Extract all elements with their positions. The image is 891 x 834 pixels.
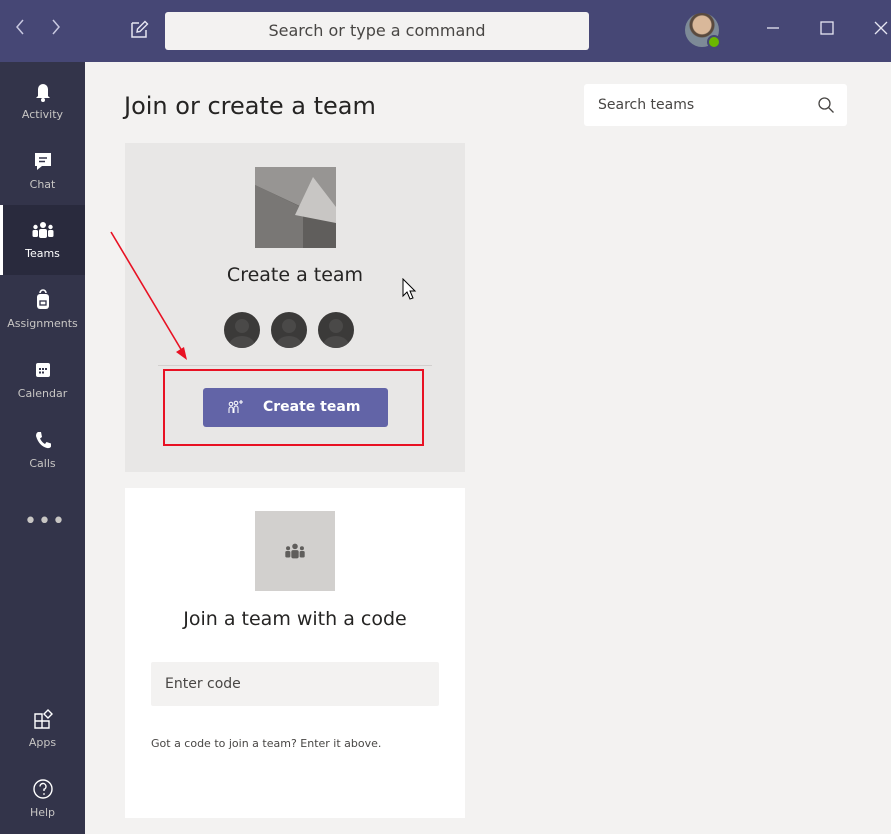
profile-avatar[interactable] <box>685 13 721 49</box>
app-bar: Activity Chat Teams Assignments Calendar <box>0 62 85 834</box>
rail-label-assignments: Assignments <box>7 317 78 330</box>
rail-label-activity: Activity <box>21 108 64 121</box>
page-title: Join or create a team <box>124 92 376 120</box>
rail-item-chat[interactable]: Chat <box>0 136 85 206</box>
person-icon <box>229 319 255 348</box>
divider <box>158 365 432 366</box>
team-code-input[interactable] <box>151 662 439 706</box>
image-placeholder-icon <box>255 167 336 248</box>
teams-icon <box>32 222 54 238</box>
rail-item-assignments[interactable]: Assignments <box>0 275 85 345</box>
join-team-card: Join a team with a code Got a code to jo… <box>125 488 465 818</box>
backpack-icon <box>37 289 49 309</box>
person-icon <box>276 319 302 348</box>
command-search-box[interactable]: Search or type a command <box>165 12 589 50</box>
join-hint-text: Got a code to join a team? Enter it abov… <box>151 737 382 750</box>
team-search-input[interactable] <box>584 84 814 126</box>
person-icon <box>323 319 349 348</box>
minimize-icon <box>767 27 779 29</box>
rail-item-calls[interactable]: Calls <box>0 415 85 485</box>
chevron-left-icon <box>16 19 24 35</box>
status-available-badge <box>707 35 721 49</box>
rail-label-calls: Calls <box>29 457 56 470</box>
rail-item-activity[interactable]: Activity <box>0 66 85 136</box>
avatar <box>316 310 356 350</box>
title-bar: Search or type a command <box>0 0 891 62</box>
join-team-heading: Join a team with a code <box>183 608 407 630</box>
highlight-box <box>163 369 424 446</box>
rail-item-calendar[interactable]: Calendar <box>0 345 85 415</box>
phone-icon <box>36 432 51 449</box>
annotation-arrow <box>110 231 187 360</box>
calendar-icon <box>36 363 50 377</box>
team-search-box[interactable] <box>584 84 847 126</box>
rail-item-help[interactable]: Help <box>0 764 85 834</box>
avatar <box>269 310 309 350</box>
avatar <box>222 310 262 350</box>
rail-label-help: Help <box>29 806 56 819</box>
apps-icon <box>34 709 53 729</box>
maximize-icon <box>820 21 834 35</box>
maximize-button[interactable] <box>820 17 834 43</box>
more-apps-button[interactable]: ••• <box>24 511 65 533</box>
new-chat-button[interactable] <box>128 19 152 43</box>
rail-item-teams[interactable]: Teams <box>0 205 85 275</box>
rail-label-calendar: Calendar <box>17 387 68 400</box>
member-avatars <box>222 310 362 350</box>
rail-item-apps[interactable]: Apps <box>0 694 85 764</box>
close-button[interactable] <box>874 17 888 43</box>
mouse-cursor-icon <box>402 278 417 300</box>
back-button[interactable] <box>14 18 26 43</box>
minimize-button[interactable] <box>766 17 780 43</box>
close-icon <box>874 21 888 35</box>
help-icon <box>33 779 53 799</box>
teams-icon <box>285 543 305 559</box>
rail-label-apps: Apps <box>28 736 57 749</box>
rail-label-chat: Chat <box>29 178 56 191</box>
chat-icon <box>35 153 51 170</box>
join-thumbnail <box>255 511 335 591</box>
rail-label-teams: Teams <box>25 247 60 260</box>
compose-icon <box>131 20 149 38</box>
search-icon[interactable] <box>817 96 835 114</box>
chevron-right-icon <box>52 19 60 35</box>
bell-icon <box>36 84 50 102</box>
forward-button[interactable] <box>50 18 62 43</box>
